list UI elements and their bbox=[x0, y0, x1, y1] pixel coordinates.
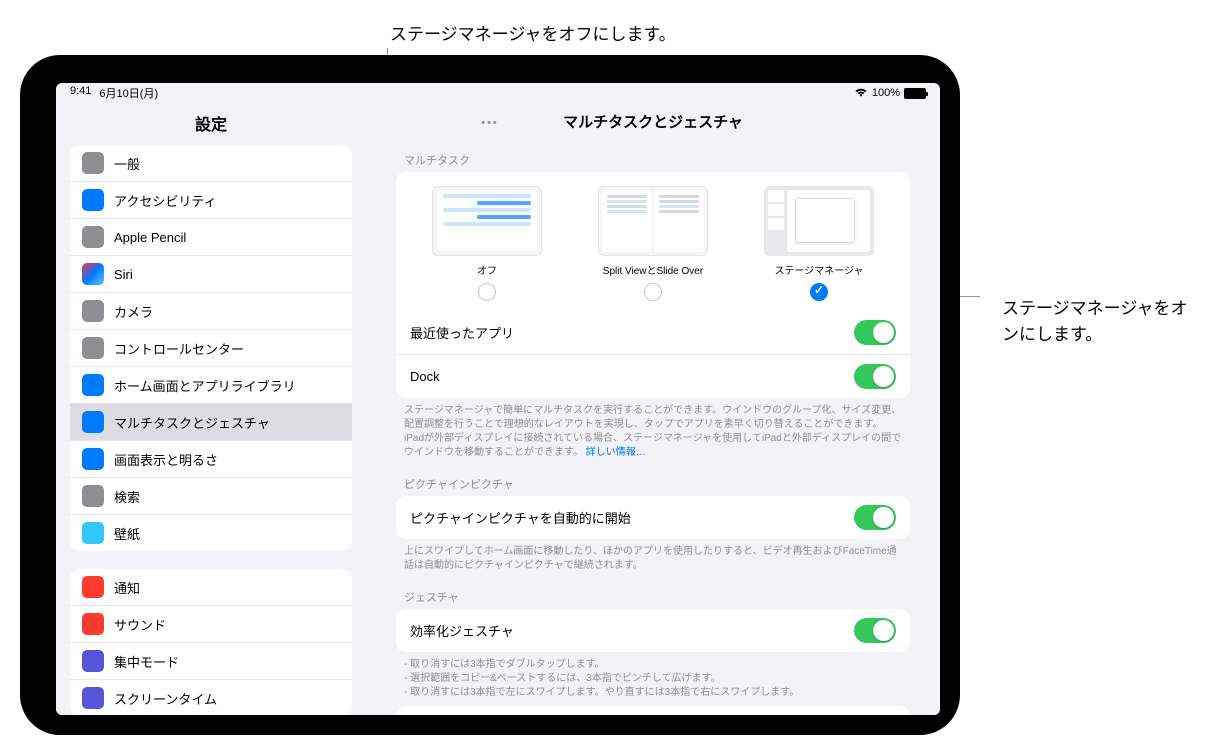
sidebar-item-apple-pencil[interactable]: Apple Pencil bbox=[70, 219, 352, 256]
accessibility-icon bbox=[82, 189, 104, 211]
sidebar-item-label: 一般 bbox=[114, 154, 140, 173]
multitask-option-stage-manager[interactable]: ステージマネージャ bbox=[764, 186, 874, 301]
toggle-recent-apps-label: 最近使ったアプリ bbox=[410, 323, 514, 342]
multitask-option-off-label: オフ bbox=[477, 262, 497, 277]
multitask-icon bbox=[82, 411, 104, 433]
multitask-option-stage-manager-label: ステージマネージャ bbox=[774, 262, 863, 277]
screentime-icon bbox=[82, 687, 104, 709]
sidebar-item--[interactable]: カメラ bbox=[70, 293, 352, 330]
status-battery-percent: 100% bbox=[872, 87, 900, 99]
sidebar-item--[interactable]: アクセシビリティ bbox=[70, 182, 352, 219]
sidebar-item-label: 検索 bbox=[114, 487, 140, 506]
settings-sidebar: 設定 一般アクセシビリティ Apple Pencil Siri カメラコントロールセン… bbox=[56, 103, 366, 715]
camera-icon bbox=[82, 300, 104, 322]
toggle-productivity-gesture-row: 効率化ジェスチャ bbox=[396, 609, 910, 652]
preview-stage-manager-icon bbox=[764, 186, 874, 256]
preview-off-icon bbox=[432, 186, 542, 256]
callout-stage-manager-on: ステージマネージャをオンにします。 bbox=[1002, 296, 1202, 347]
sidebar-group: 一般アクセシビリティ Apple Pencil Siri カメラコントロールセンターホ… bbox=[70, 145, 352, 551]
sidebar-item--[interactable]: 壁紙 bbox=[70, 515, 352, 551]
sidebar-item-label: スクリーンタイム bbox=[114, 689, 217, 708]
battery-icon bbox=[904, 88, 926, 99]
status-date: 6月10日(月) bbox=[99, 85, 158, 101]
wallpaper-icon bbox=[82, 522, 104, 544]
status-time: 9:41 bbox=[70, 85, 91, 101]
sidebar-item--[interactable]: 通知 bbox=[70, 569, 352, 606]
toggle-recent-apps[interactable] bbox=[854, 320, 896, 345]
ipad-device-frame: ••• 9:41 6月10日(月) 100% 設定 一般アクセシビリティ Appl… bbox=[20, 55, 960, 735]
sidebar-item--[interactable]: サウンド bbox=[70, 606, 352, 643]
sidebar-item-label: カメラ bbox=[114, 302, 153, 321]
control-icon bbox=[82, 337, 104, 359]
toggle-pip-row: ピクチャインピクチャを自動的に開始 bbox=[396, 496, 910, 539]
sidebar-item--[interactable]: 集中モード bbox=[70, 643, 352, 680]
detail-pane: マルチタスクとジェスチャ マルチタスク オフ bbox=[366, 103, 940, 715]
sidebar-item-label: サウンド bbox=[114, 615, 166, 634]
gesture-block-2: 4本または5本指のジェスチャ bbox=[396, 706, 910, 715]
toggle-productivity-gesture[interactable] bbox=[854, 618, 896, 643]
toggle-pip-label: ピクチャインピクチャを自動的に開始 bbox=[410, 508, 631, 527]
learn-more-link[interactable]: 詳しい情報… bbox=[586, 447, 646, 458]
sound-icon bbox=[82, 613, 104, 635]
sidebar-title: 設定 bbox=[70, 103, 352, 145]
wifi-icon bbox=[854, 87, 868, 100]
status-bar: 9:41 6月10日(月) 100% bbox=[56, 83, 940, 103]
pip-footer: 上にスワイプしてホーム画面に移動したり、ほかのアプリを使用したりすると、ビデオ再… bbox=[396, 539, 910, 579]
sidebar-item--[interactable]: 一般 bbox=[70, 145, 352, 182]
general-icon bbox=[82, 152, 104, 174]
notif-icon bbox=[82, 576, 104, 598]
toggle-productivity-gesture-label: 効率化ジェスチャ bbox=[410, 621, 514, 640]
sidebar-item-label: 通知 bbox=[114, 578, 140, 597]
sidebar-item-label: コントロールセンター bbox=[114, 339, 244, 358]
toggle-pip[interactable] bbox=[854, 505, 896, 530]
preview-splitview-icon bbox=[598, 186, 708, 256]
sidebar-item-label: Siri bbox=[114, 267, 133, 282]
multitask-option-off[interactable]: オフ bbox=[432, 186, 542, 301]
pencil-icon bbox=[82, 226, 104, 248]
sidebar-item-label: マルチタスクとジェスチャ bbox=[114, 413, 270, 432]
sidebar-item-label: 画面表示と明るさ bbox=[114, 450, 218, 469]
section-header-pip: ピクチャインピクチャ bbox=[396, 466, 910, 496]
sidebar-item-label: Apple Pencil bbox=[114, 230, 186, 245]
sidebar-item-label: 集中モード bbox=[114, 652, 179, 671]
ipad-screen: 9:41 6月10日(月) 100% 設定 一般アクセシビリティ Apple Pe… bbox=[56, 83, 940, 715]
pip-block: ピクチャインピクチャを自動的に開始 bbox=[396, 496, 910, 539]
display-icon bbox=[82, 448, 104, 470]
radio-stage-manager[interactable] bbox=[810, 283, 828, 301]
sidebar-item-siri[interactable]: Siri bbox=[70, 256, 352, 293]
search-icon bbox=[82, 485, 104, 507]
home-icon bbox=[82, 374, 104, 396]
toggle-4-5-finger-row: 4本または5本指のジェスチャ bbox=[396, 706, 910, 715]
sidebar-item-label: ホーム画面とアプリライブラリ bbox=[114, 376, 296, 395]
sidebar-item-label: アクセシビリティ bbox=[114, 191, 217, 210]
gesture-footer-1: - 取り消すには3本指でダブルタップします。 - 選択範囲をコピー&ペーストする… bbox=[396, 652, 910, 706]
sidebar-group: 通知サウンド集中モードスクリーンタイム bbox=[70, 569, 352, 715]
siri-icon bbox=[82, 263, 104, 285]
sidebar-item--[interactable]: マルチタスクとジェスチャ bbox=[70, 404, 352, 441]
sidebar-item--[interactable]: 検索 bbox=[70, 478, 352, 515]
multitask-option-splitview-label: Split ViewとSlide Over bbox=[603, 262, 703, 277]
callout-stage-manager-off: ステージマネージャをオフにします。 bbox=[390, 20, 676, 45]
section-header-gesture: ジェスチャ bbox=[396, 579, 910, 609]
sidebar-item--[interactable]: コントロールセンター bbox=[70, 330, 352, 367]
radio-splitview[interactable] bbox=[644, 283, 662, 301]
multitask-options-block: オフ Split ViewとSlide Over bbox=[396, 172, 910, 398]
toggle-recent-apps-row: 最近使ったアプリ bbox=[396, 311, 910, 355]
multitask-option-splitview[interactable]: Split ViewとSlide Over bbox=[598, 186, 708, 301]
multitasking-dots-icon[interactable]: ••• bbox=[481, 117, 499, 129]
toggle-dock[interactable] bbox=[854, 364, 896, 389]
sidebar-item-label: 壁紙 bbox=[114, 524, 140, 543]
sidebar-item--[interactable]: 画面表示と明るさ bbox=[70, 441, 352, 478]
focus-icon bbox=[82, 650, 104, 672]
radio-off[interactable] bbox=[478, 283, 496, 301]
sidebar-item--[interactable]: スクリーンタイム bbox=[70, 680, 352, 715]
detail-pane-title: マルチタスクとジェスチャ bbox=[396, 103, 910, 142]
toggle-dock-row: Dock bbox=[396, 355, 910, 398]
sidebar-item--[interactable]: ホーム画面とアプリライブラリ bbox=[70, 367, 352, 404]
gesture-block-1: 効率化ジェスチャ bbox=[396, 609, 910, 652]
section-header-multitask: マルチタスク bbox=[396, 142, 910, 172]
multitask-footer: ステージマネージャで簡単にマルチタスクを実行することができます。ウインドウのグル… bbox=[396, 398, 910, 466]
toggle-dock-label: Dock bbox=[410, 369, 440, 384]
